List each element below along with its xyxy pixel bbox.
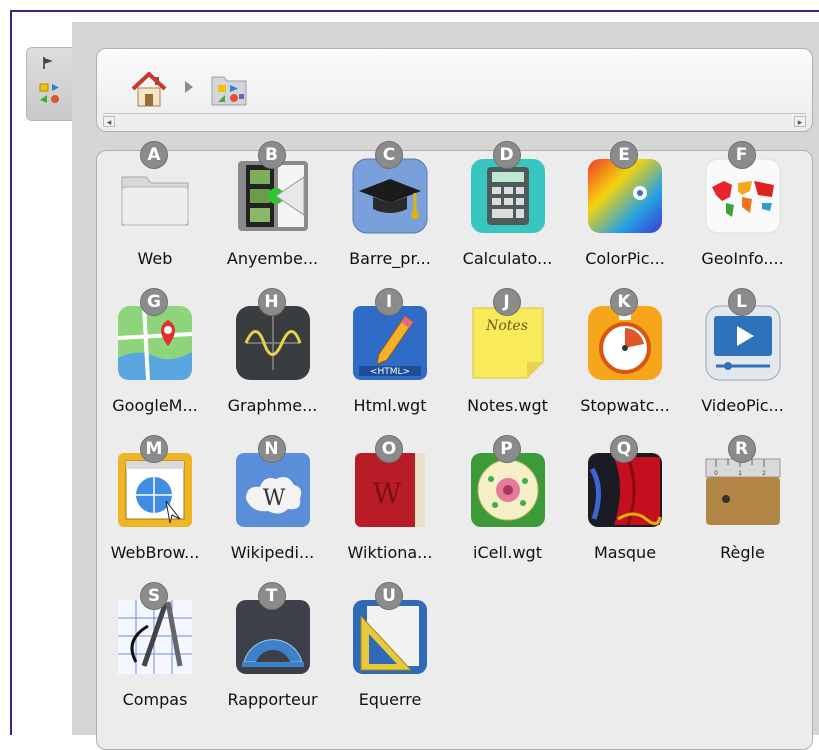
widget-item-n[interactable]: W N Wikipedi...: [215, 435, 331, 584]
horizontal-scrollbar[interactable]: ◂ ▸: [103, 113, 806, 127]
letter-badge: J: [492, 288, 521, 316]
widget-item-d[interactable]: D Calculato...: [450, 141, 566, 290]
widget-label: GeoInfo....: [701, 249, 784, 268]
widget-label: Equerre: [358, 690, 422, 709]
widget-item-k[interactable]: K Stopwatc...: [567, 288, 683, 437]
widget-label: WebBrow...: [110, 543, 200, 562]
widget-label: Règle: [720, 543, 765, 562]
letter-badge: R: [727, 435, 756, 463]
letter-badge: M: [140, 435, 168, 463]
breadcrumb-arrow-icon: [185, 81, 193, 93]
letter-badge: K: [610, 288, 638, 316]
widget-item-f[interactable]: F GeoInfo....: [685, 141, 801, 290]
widget-item-q[interactable]: Q Masque: [567, 435, 683, 584]
widget-item-b[interactable]: B Anyembe...: [215, 141, 331, 290]
widget-label: Notes.wgt: [467, 396, 548, 415]
widget-label: Calculato...: [462, 249, 553, 268]
widget-item-s[interactable]: S Compas: [97, 582, 213, 731]
scroll-right-icon[interactable]: ▸: [794, 116, 806, 127]
apps-folder-icon[interactable]: [210, 71, 248, 107]
widget-label: VideoPic...: [701, 396, 784, 415]
letter-badge: L: [727, 288, 756, 316]
widget-item-j[interactable]: Notes J Notes.wgt: [450, 288, 566, 437]
widget-grid: A Web B Anyembe... C Barre_pr... D Calculato...…: [96, 141, 813, 750]
letter-badge: I: [375, 288, 403, 316]
widget-item-u[interactable]: U Equerre: [332, 582, 448, 731]
widget-label: ColorPic...: [585, 249, 665, 268]
letter-badge: U: [375, 582, 403, 610]
widget-item-i[interactable]: <HTML> I Html.wgt: [332, 288, 448, 437]
widget-label: Anyembe...: [226, 249, 319, 268]
widget-label: Web: [137, 249, 173, 268]
widget-item-a[interactable]: A Web: [97, 141, 213, 290]
widget-label: Wiktiona...: [347, 543, 433, 562]
scroll-left-icon[interactable]: ◂: [103, 116, 115, 127]
svg-text:W: W: [373, 477, 402, 510]
letter-badge: E: [610, 141, 638, 169]
widget-item-g[interactable]: G GoogleM...: [97, 288, 213, 437]
widget-item-h[interactable]: H Graphme...: [215, 288, 331, 437]
letter-badge: Q: [610, 435, 638, 463]
letter-badge: F: [727, 141, 756, 169]
widget-item-e[interactable]: E ColorPic...: [567, 141, 683, 290]
svg-text:W: W: [262, 486, 285, 511]
letter-badge: O: [375, 435, 403, 463]
library-side-tab[interactable]: [26, 47, 72, 121]
widget-label: Stopwatc...: [580, 396, 670, 415]
letter-badge: N: [257, 435, 286, 463]
letter-badge: B: [257, 141, 286, 169]
widget-item-t[interactable]: T Rapporteur: [215, 582, 331, 731]
widget-label: Masque: [593, 543, 657, 562]
letter-badge: D: [492, 141, 521, 169]
letter-badge: C: [375, 141, 403, 169]
widget-label: Graphme...: [227, 396, 318, 415]
letter-badge: G: [140, 288, 168, 316]
widget-item-r[interactable]: 0 1 2 R Règle: [685, 435, 801, 584]
widget-label: Compas: [122, 690, 188, 709]
breadcrumb-bar: ◂ ▸: [96, 48, 813, 132]
svg-text:<HTML>: <HTML>: [370, 367, 410, 377]
widget-label: Rapporteur: [227, 690, 318, 709]
letter-badge: T: [257, 582, 286, 610]
letter-badge: P: [492, 435, 521, 463]
widget-item-o[interactable]: W O Wiktiona...: [332, 435, 448, 584]
widget-label: Barre_pr...: [349, 249, 431, 268]
widget-label: GoogleM...: [112, 396, 198, 415]
svg-text:Notes: Notes: [485, 318, 528, 334]
widget-label: iCell.wgt: [473, 543, 542, 562]
letter-badge: A: [140, 141, 168, 169]
widget-item-m[interactable]: M WebBrow...: [97, 435, 213, 584]
widget-label: Html.wgt: [353, 396, 427, 415]
widget-label: Wikipedi...: [230, 543, 315, 562]
letter-badge: S: [140, 582, 168, 610]
widget-item-p[interactable]: PiCell.wgt: [450, 435, 566, 584]
widget-item-c[interactable]: C Barre_pr...: [332, 141, 448, 290]
home-icon[interactable]: [129, 69, 169, 109]
widgets-mini-icon: [39, 83, 59, 103]
flag-icon: [43, 57, 53, 69]
widget-item-l[interactable]: L VideoPic...: [685, 288, 801, 437]
letter-badge: H: [257, 288, 286, 316]
